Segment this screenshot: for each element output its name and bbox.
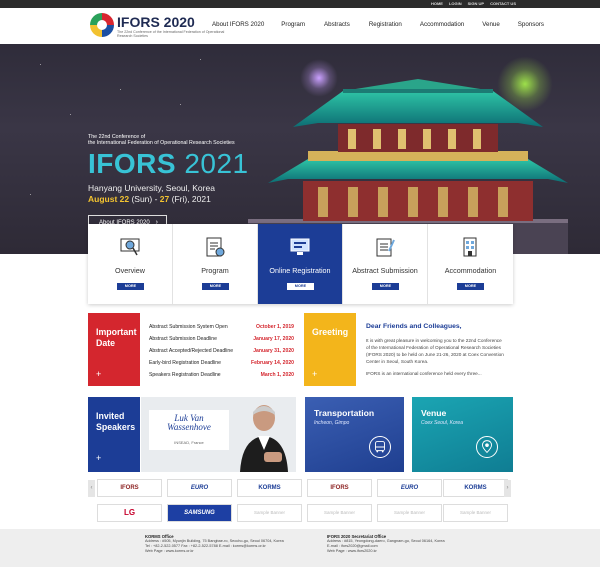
list-item: Abstract Submission Deadline January 17, …: [149, 336, 294, 342]
sponsor-banners: ‹ IFORS EURO KORMS IFORS EURO KORMS › LG…: [88, 478, 513, 524]
invited-speakers-tile[interactable]: Invited Speakers +: [88, 397, 140, 472]
speaker-photo: [240, 405, 288, 472]
important-date-title: Important Date: [96, 327, 137, 348]
list-item: Abstract Accepted/Rejected Deadline Janua…: [149, 348, 294, 354]
greeting-body: Dear Friends and Colleagues, It is with …: [357, 313, 513, 386]
sponsor-banner[interactable]: IFORS: [307, 479, 372, 497]
hero-date: August 22 (Sun) - 27 (Fri), 2021: [88, 194, 211, 204]
hero-venue: Hanyang University, Seoul, Korea: [88, 183, 215, 193]
greeting-tile[interactable]: Greeting +: [304, 313, 356, 386]
footer-secretariat: IFORS 2020 Secretariat Office Address : …: [327, 534, 445, 553]
speaker-card: Luk Van Wassenhove INSEAD, France: [149, 410, 229, 450]
more-button[interactable]: MORE: [372, 283, 399, 290]
greeting-title: Greeting: [312, 327, 349, 337]
transportation-tile[interactable]: Transportation Incheon, Gimpo: [305, 397, 404, 472]
nav-venue[interactable]: Venue: [482, 21, 500, 28]
venue-title: Venue: [421, 408, 447, 418]
chevron-right-icon[interactable]: ›: [504, 480, 511, 497]
sponsor-banner[interactable]: Sample Banner: [307, 504, 372, 522]
checklist-icon: [376, 238, 395, 257]
site-header: IFORS 2020 The 22nd Conference of the In…: [0, 8, 600, 44]
home-link[interactable]: HOME: [431, 0, 443, 8]
signup-link[interactable]: SIGN UP: [468, 0, 484, 8]
location-pin-icon: [476, 436, 498, 458]
ifors-logo-icon[interactable]: [90, 13, 114, 37]
sponsor-banner[interactable]: Sample Banner: [237, 504, 302, 522]
venue-subtitle: Coex Seoul, Korea: [421, 420, 463, 426]
footer-korms: KORMS Office Address : #505, Myunjin Bui…: [145, 534, 284, 553]
main-nav: About IFORS 2020 Program Abstracts Regis…: [212, 21, 544, 28]
hero-preline: The 22nd Conference of the International…: [88, 134, 235, 146]
site-footer: KORMS Office Address : #505, Myunjin Bui…: [0, 529, 600, 567]
sponsor-banner[interactable]: EURO: [167, 479, 232, 497]
quick-abstract-submission[interactable]: Abstract Submission MORE: [343, 224, 428, 304]
contact-link[interactable]: CONTACT US: [490, 0, 516, 8]
computer-icon: [290, 238, 310, 255]
nav-registration[interactable]: Registration: [369, 21, 402, 28]
more-button[interactable]: MORE: [457, 283, 484, 290]
document-icon: [206, 237, 225, 257]
login-link[interactable]: LOGIN: [449, 0, 462, 8]
hero-title: IFORS 2021: [88, 148, 249, 179]
speaker-name: Luk Van Wassenhove: [167, 413, 211, 432]
more-button[interactable]: MORE: [202, 283, 229, 290]
hero-banner: The 22nd Conference of the International…: [0, 44, 600, 254]
quick-abstract-label: Abstract Submission: [352, 266, 418, 275]
more-button[interactable]: MORE: [117, 283, 144, 290]
bus-icon: [369, 436, 391, 458]
building-icon: [463, 237, 477, 257]
magnifier-icon: [120, 238, 140, 256]
speaker-slide[interactable]: Luk Van Wassenhove INSEAD, France: [141, 397, 296, 472]
quick-program-label: Program: [201, 266, 229, 275]
transportation-title: Transportation: [314, 408, 375, 418]
nav-about[interactable]: About IFORS 2020: [212, 21, 264, 28]
sponsor-banner[interactable]: Sample Banner: [377, 504, 442, 522]
sponsor-banner[interactable]: KORMS: [237, 479, 302, 497]
sponsor-banner[interactable]: EURO: [377, 479, 442, 497]
logo-subtitle: The 22nd Conference of the International…: [117, 30, 225, 38]
sponsor-banner[interactable]: LG: [97, 504, 162, 522]
quick-accommodation[interactable]: Accommodation MORE: [428, 224, 513, 304]
quick-registration-label: Online Registration: [269, 266, 331, 275]
transportation-subtitle: Incheon, Gimpo: [314, 420, 350, 426]
nav-accommodation[interactable]: Accommodation: [420, 21, 464, 28]
chevron-left-icon[interactable]: ‹: [88, 480, 95, 497]
important-date-tile[interactable]: Important Date +: [88, 313, 140, 386]
nav-abstracts[interactable]: Abstracts: [324, 21, 350, 28]
greeting-paragraph: It is with great pleasure in welcoming y…: [366, 338, 504, 364]
nav-sponsors[interactable]: Sponsors: [518, 21, 544, 28]
plus-icon[interactable]: +: [96, 453, 101, 463]
important-dates-list: Abstract Submission System Open October 1…: [141, 313, 296, 386]
sponsor-banner[interactable]: KORMS: [443, 479, 508, 497]
list-item: Abstract Submission System Open October 1…: [149, 324, 294, 330]
quick-overview[interactable]: Overview MORE: [88, 224, 173, 304]
quick-program[interactable]: Program MORE: [173, 224, 258, 304]
more-button[interactable]: MORE: [287, 283, 314, 290]
nav-program[interactable]: Program: [281, 21, 305, 28]
invited-speakers-title: Invited Speakers: [96, 411, 136, 432]
list-item: Early-bird Registration Deadline February…: [149, 360, 294, 366]
sponsor-banner[interactable]: Sample Banner: [443, 504, 508, 522]
sponsor-banner[interactable]: SAMSUNG: [167, 504, 232, 522]
greeting-heading: Dear Friends and Colleagues,: [366, 323, 462, 330]
plus-icon[interactable]: +: [96, 369, 101, 379]
utility-bar: HOME LOGIN SIGN UP CONTACT US: [0, 0, 600, 8]
greeting-paragraph-2[interactable]: IFORS is an international conference hel…: [366, 371, 506, 376]
venue-tile[interactable]: Venue Coex Seoul, Korea: [412, 397, 513, 472]
list-item: Speakers Registration Deadline March 1, 2…: [149, 372, 294, 378]
quick-overview-label: Overview: [115, 266, 145, 275]
plus-icon[interactable]: +: [312, 369, 317, 379]
sponsor-banner[interactable]: IFORS: [97, 479, 162, 497]
speaker-affiliation: INSEAD, France: [174, 440, 204, 445]
quick-online-registration[interactable]: Online Registration MORE: [258, 224, 343, 304]
quick-menu: Overview MORE Program MORE Online Regist…: [88, 224, 513, 304]
logo-title[interactable]: IFORS 2020: [117, 14, 195, 30]
quick-accommodation-label: Accommodation: [444, 266, 497, 275]
